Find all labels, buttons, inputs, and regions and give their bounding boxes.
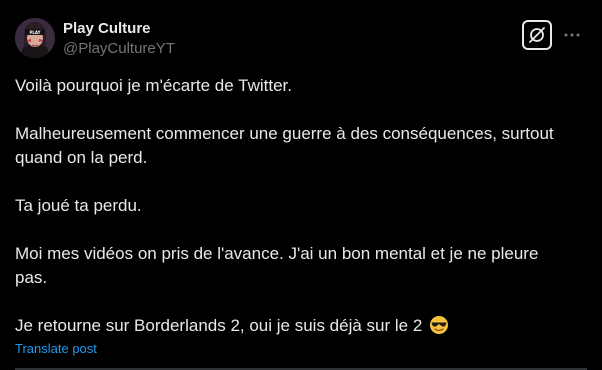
more-options-button[interactable] (561, 24, 583, 46)
tweet-paragraph-text: Je retourne sur Borderlands 2, oui je su… (15, 316, 423, 335)
avatar[interactable]: PLAY (15, 18, 55, 58)
tweet-paragraph: Voilà pourquoi je m'écarte de Twitter. (15, 76, 292, 95)
tweet-card: PLAY Play Culture @PlayCultureYT Voilà p… (0, 0, 602, 370)
avatar-portrait-icon: PLAY (15, 18, 55, 58)
tweet-paragraph: Malheureusement commencer une guerre à d… (15, 124, 554, 167)
tweet-text: Voilà pourquoi je m'écarte de Twitter. M… (15, 74, 575, 342)
more-options-icon (564, 33, 580, 37)
tweet-paragraph-last: Je retourne sur Borderlands 2, oui je su… (15, 314, 575, 342)
sunglasses-emoji-icon (429, 315, 449, 342)
author-display-name[interactable]: Play Culture (63, 20, 175, 38)
translate-post-link[interactable]: Translate post (15, 341, 97, 356)
grok-button[interactable] (522, 20, 552, 50)
author-handle[interactable]: @PlayCultureYT (63, 39, 175, 59)
tweet-paragraph: Moi mes vidéos on pris de l'avance. J'ai… (15, 244, 539, 287)
svg-text:PLAY: PLAY (29, 30, 40, 35)
author-block: Play Culture @PlayCultureYT (63, 20, 175, 59)
grok-icon (529, 27, 545, 43)
tweet-paragraph: Ta joué ta perdu. (15, 196, 142, 215)
